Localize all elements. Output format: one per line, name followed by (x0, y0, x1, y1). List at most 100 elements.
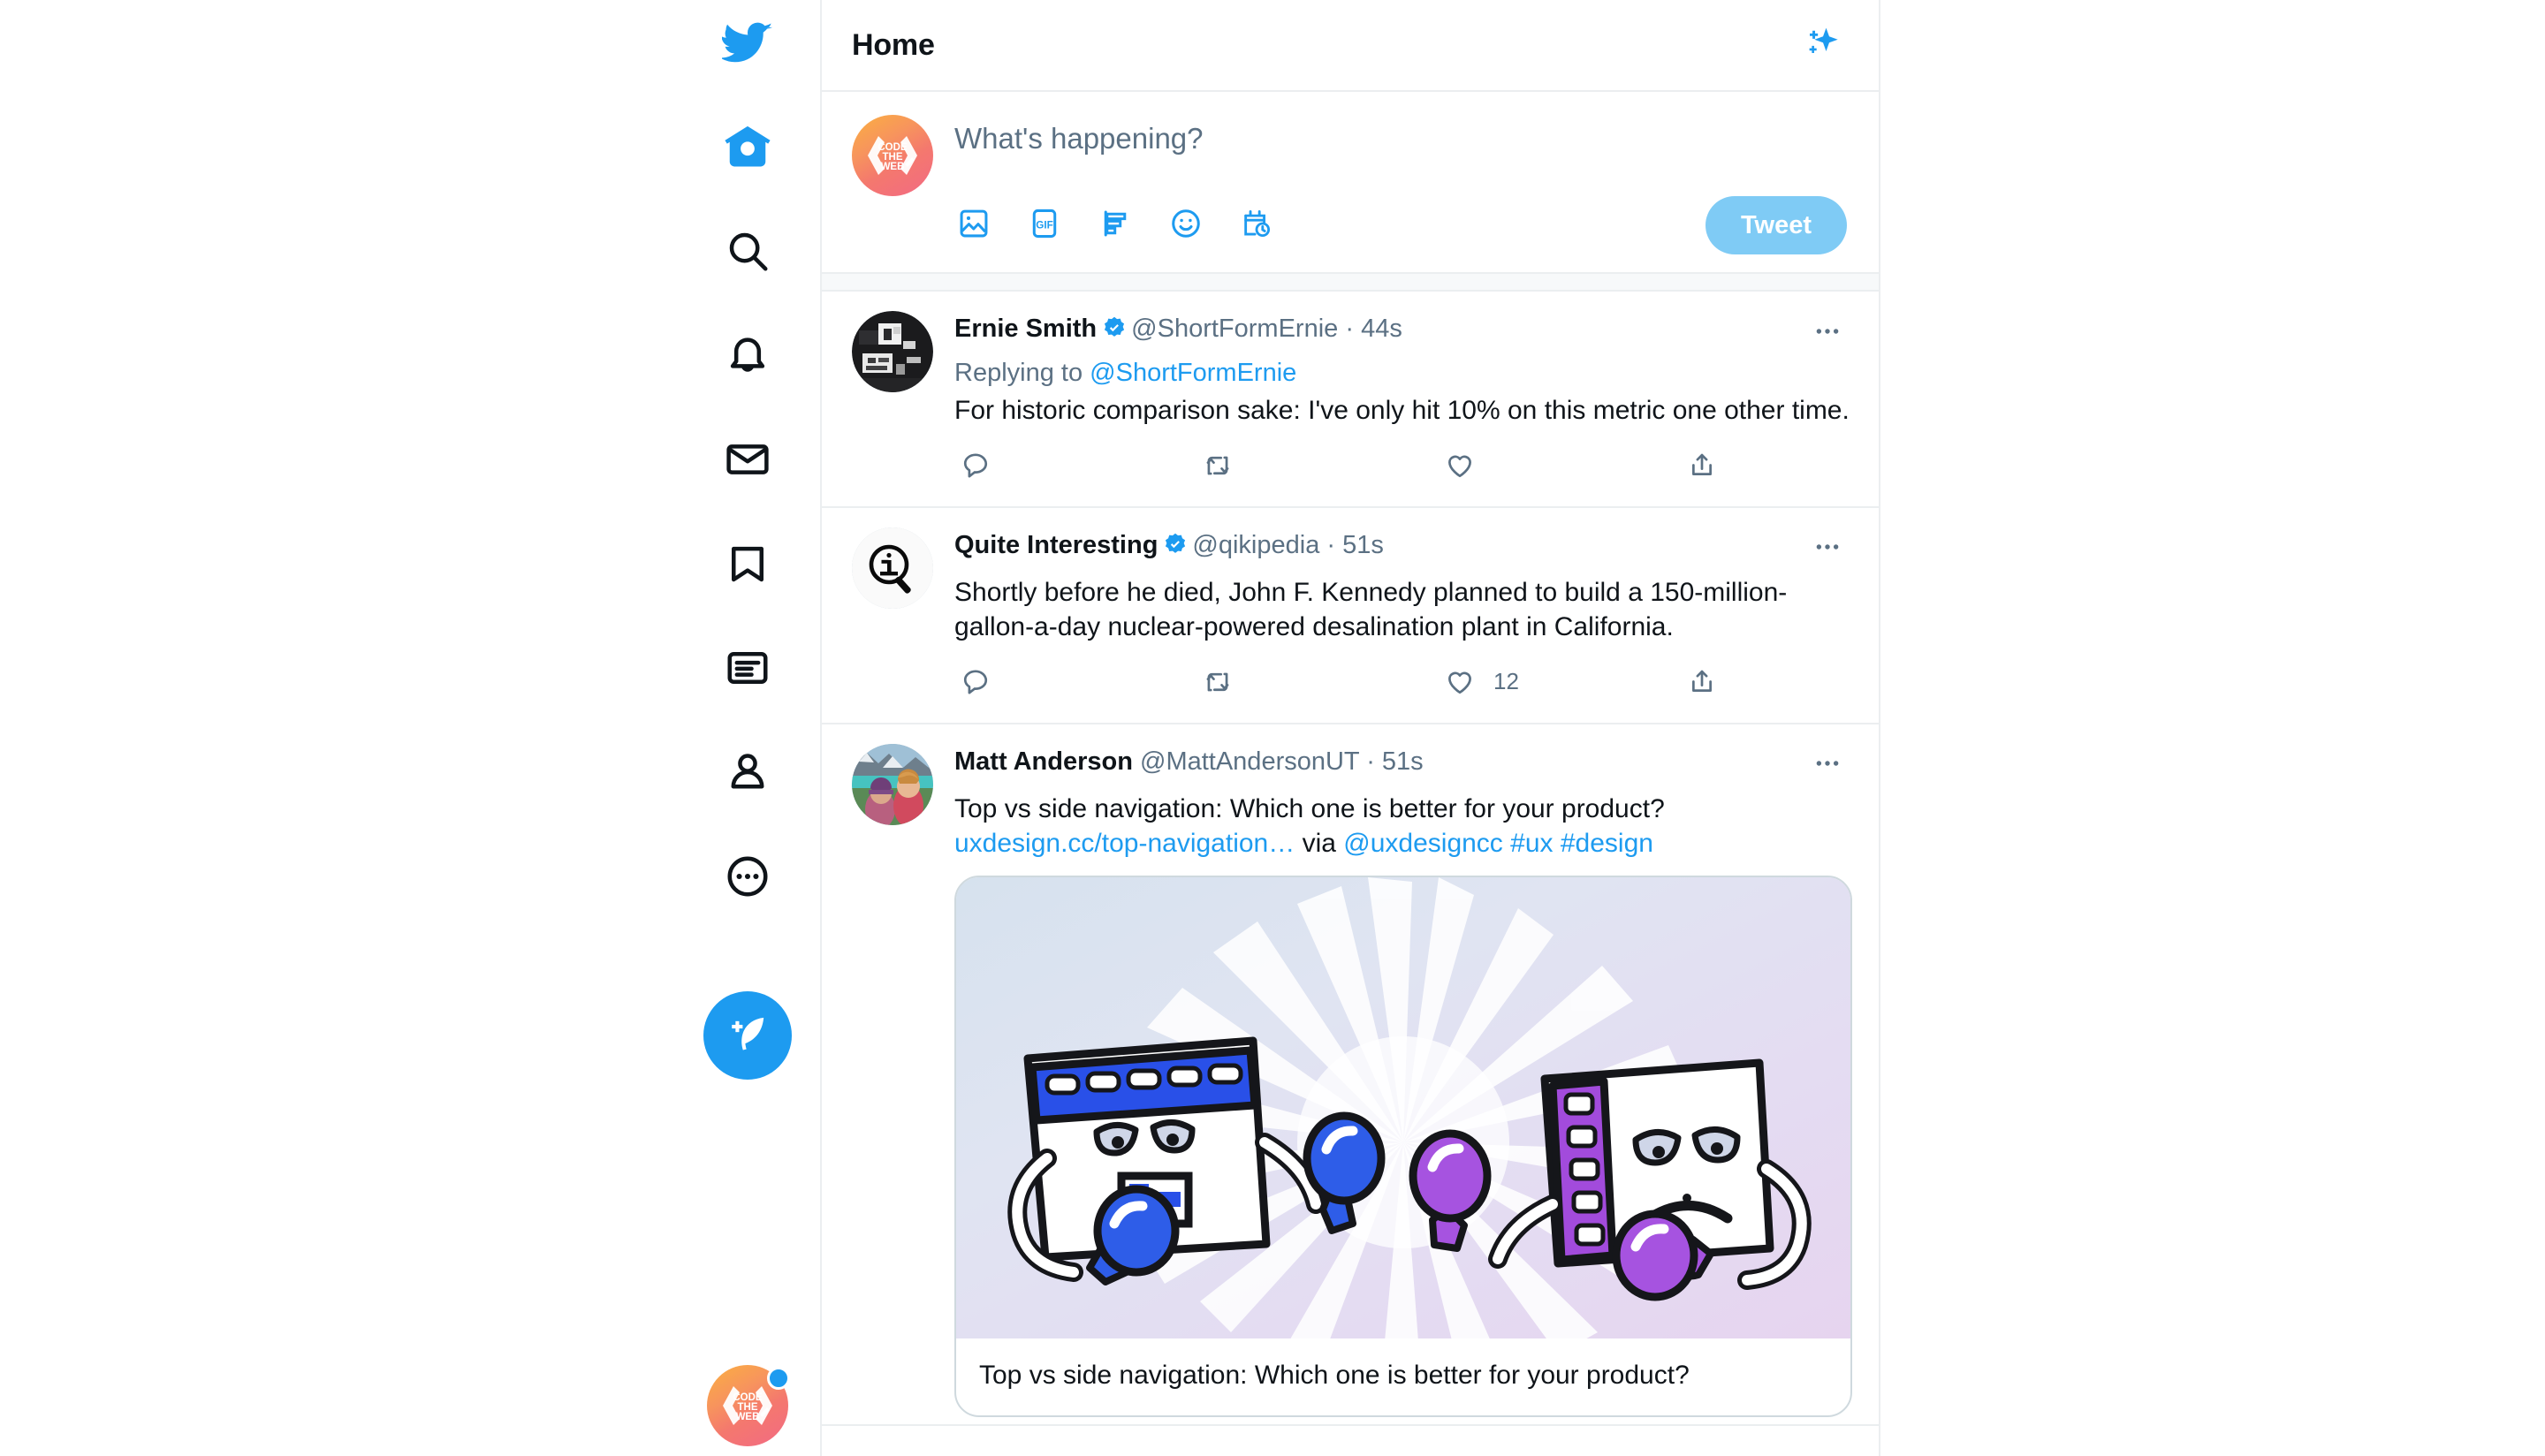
add-poll-button[interactable] (1096, 206, 1135, 245)
svg-text:WEB: WEB (881, 162, 905, 172)
account-avatar[interactable]: CODE THE WEB (707, 1365, 790, 1446)
tweet-compose-input[interactable]: What's happening? (954, 122, 1852, 196)
verified-badge-icon (1102, 315, 1127, 348)
left-sidebar: CODE THE WEB (0, 0, 822, 1456)
tweet-item[interactable]: Matt Anderson @MattAndersonUT · 51s Top … (822, 724, 1879, 1426)
svg-text:WEB: WEB (736, 1412, 760, 1422)
retweet-action[interactable] (1197, 661, 1439, 703)
tweet-more-button[interactable] (1803, 529, 1852, 570)
heart-icon (1439, 661, 1481, 703)
tweet-mention[interactable]: @uxdesigncc (1343, 829, 1503, 858)
tweet-submit-button[interactable]: Tweet (1705, 196, 1847, 254)
avatar[interactable] (852, 527, 933, 609)
more-horizontal-icon (1812, 316, 1842, 351)
reply-action[interactable] (954, 661, 1197, 703)
notification-dot (767, 1367, 790, 1390)
tweet-hashtag-design[interactable]: #design (1561, 829, 1653, 858)
tweet-text: Top vs side navigation: Which one is bet… (954, 792, 1852, 861)
sidebar-item-notifications[interactable] (703, 313, 792, 401)
share-icon (1681, 444, 1723, 487)
main-timeline-column: Home CODE THE WEB What's happening? GIF … (822, 0, 1880, 1456)
twitter-app: CODE THE WEB Home CODE THE WEB What's ha… (0, 0, 2545, 1456)
author-name[interactable]: Quite Interesting (954, 531, 1158, 559)
author-handle[interactable]: @MattAndersonUT (1140, 747, 1359, 776)
share-action[interactable] (1681, 661, 1736, 703)
tweet-more-button[interactable] (1803, 746, 1852, 786)
card-title: Top vs side navigation: Which one is bet… (979, 1360, 1690, 1390)
avatar[interactable] (852, 311, 933, 392)
dot-separator: · (1366, 747, 1375, 776)
mail-icon (724, 436, 771, 488)
bell-icon (724, 331, 771, 383)
tweet-item[interactable]: Quite Interesting @qikipedia · 51s Shortl… (822, 508, 1879, 724)
page-title: Home (852, 27, 935, 62)
compose-tweet-fab[interactable] (703, 991, 792, 1080)
compose-avatar[interactable]: CODE THE WEB (852, 115, 933, 196)
tweet-author-line: Quite Interesting @qikipedia · 51s (954, 529, 1803, 565)
tweet-item[interactable]: Ernie Smith @ShortFormErnie · 44s Replyin… (822, 292, 1879, 508)
like-action[interactable]: 12 (1439, 661, 1681, 703)
sidebar-item-messages[interactable] (703, 417, 792, 505)
search-icon (724, 227, 771, 279)
add-gif-button[interactable]: GIF (1025, 206, 1064, 245)
list-icon (724, 644, 771, 696)
sidebar-item-lists[interactable] (703, 626, 792, 714)
compose-feather-icon (725, 1012, 771, 1060)
more-circle-icon (724, 853, 771, 905)
timeline-header: Home (822, 0, 1879, 92)
tweet-text: Shortly before he died, John F. Kennedy … (954, 577, 1788, 642)
dot-separator: · (1326, 530, 1336, 559)
verified-badge-icon (1163, 532, 1188, 565)
timeline-settings-sparkle-button[interactable] (1794, 18, 1849, 72)
home-icon (724, 123, 771, 175)
timestamp[interactable]: 44s (1361, 315, 1402, 343)
timestamp[interactable]: 51s (1342, 531, 1384, 559)
add-emoji-button[interactable] (1166, 206, 1205, 245)
author-name[interactable]: Matt Anderson (954, 747, 1133, 776)
tweet-text-segment: Top vs side navigation: Which one is bet… (954, 793, 1665, 823)
tweet-author-line: Matt Anderson @MattAndersonUT · 51s (954, 746, 1803, 777)
right-sidebar-area (1880, 0, 2545, 1456)
poll-icon (1098, 207, 1132, 245)
share-icon (1681, 661, 1723, 703)
avatar[interactable] (852, 743, 933, 825)
sidebar-item-profile[interactable] (703, 730, 792, 818)
retweet-action[interactable] (1197, 444, 1439, 487)
more-horizontal-icon (1812, 748, 1842, 783)
schedule-icon (1240, 207, 1273, 245)
card-image (956, 876, 1850, 1338)
image-icon (957, 207, 991, 245)
like-action[interactable] (1439, 444, 1681, 487)
replying-to-line: Replying to @ShortFormErnie (954, 359, 1852, 388)
compose-tweet-box[interactable]: CODE THE WEB What's happening? GIF Tweet (822, 92, 1879, 272)
timestamp[interactable]: 51s (1382, 747, 1424, 776)
svg-text:GIF: GIF (1036, 219, 1053, 231)
sidebar-item-bookmarks[interactable] (703, 521, 792, 610)
schedule-tweet-button[interactable] (1237, 206, 1276, 245)
twitter-bird-icon (719, 17, 773, 72)
sparkle-icon (1802, 24, 1841, 67)
add-media-button[interactable] (954, 206, 993, 245)
tweet-hashtag-ux[interactable]: #ux (1510, 829, 1553, 858)
author-handle[interactable]: @qikipedia (1192, 531, 1319, 559)
retweet-icon (1197, 444, 1239, 487)
replying-prefix: Replying to (954, 359, 1090, 387)
sidebar-item-home[interactable] (703, 104, 792, 193)
more-horizontal-icon (1812, 532, 1842, 566)
share-action[interactable] (1681, 444, 1736, 487)
two-browser-windows-boxing-illustration (956, 876, 1850, 1338)
tweet-author-line: Ernie Smith @ShortFormErnie · 44s (954, 313, 1803, 348)
author-handle[interactable]: @ShortFormErnie (1131, 315, 1338, 343)
reply-action[interactable] (954, 444, 1197, 487)
author-name[interactable]: Ernie Smith (954, 315, 1097, 343)
link-preview-card[interactable]: Top vs side navigation: Which one is bet… (954, 875, 1852, 1417)
sidebar-item-more[interactable] (703, 834, 792, 922)
gif-icon: GIF (1028, 207, 1061, 245)
sidebar-item-explore[interactable] (703, 209, 792, 297)
twitter-logo-button[interactable] (703, 0, 792, 88)
tweet-link-url[interactable]: uxdesign.cc/top-navigation… (954, 829, 1295, 858)
tweet-more-button[interactable] (1803, 313, 1852, 353)
tweet-action-bar (954, 444, 1852, 499)
replying-to-handle[interactable]: @ShortFormErnie (1090, 359, 1296, 387)
dot-separator: · (1345, 315, 1355, 343)
